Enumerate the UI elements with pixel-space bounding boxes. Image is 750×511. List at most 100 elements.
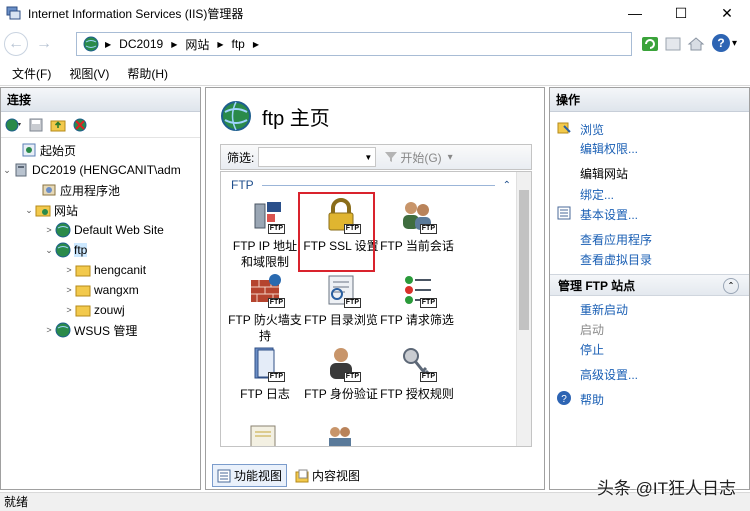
action-bindings[interactable]: 绑定... bbox=[580, 186, 614, 203]
connect-button[interactable] bbox=[3, 115, 25, 135]
globe-icon bbox=[55, 222, 71, 238]
filter-bar: 筛选: ▼ 开始(G) ▾ bbox=[220, 144, 532, 170]
collapse-button[interactable]: ⌃ bbox=[723, 278, 739, 294]
feature-ftp-ip-restrictions[interactable]: FTP FTP IP 地址和域限制 bbox=[227, 198, 303, 270]
tree-item-label: Default Web Site bbox=[74, 223, 164, 237]
folder-icon bbox=[75, 305, 91, 317]
connect-globe-icon bbox=[5, 118, 21, 131]
breadcrumb-ftp[interactable]: ftp bbox=[232, 37, 245, 51]
group-header-ftp[interactable]: FTP ⌃ bbox=[231, 178, 511, 192]
filter-input[interactable]: ▼ bbox=[258, 147, 377, 167]
tree-expander[interactable]: > bbox=[43, 225, 55, 235]
tree-item-ftp[interactable]: ⌄ ftp bbox=[43, 240, 88, 260]
close-button[interactable]: ✕ bbox=[704, 0, 750, 26]
breadcrumb-server[interactable]: DC2019 bbox=[119, 37, 163, 51]
site-globe-icon bbox=[221, 101, 251, 131]
minimize-button[interactable]: — bbox=[612, 0, 658, 26]
tree-item-start-page[interactable]: 起始页 bbox=[9, 140, 76, 160]
action-help[interactable]: 帮助 bbox=[580, 391, 604, 408]
help-icon: ? bbox=[557, 391, 571, 405]
feature-list: FTP ⌃ FTP FTP IP 地址和域限制 FTP FTP SSL 设置 F… bbox=[220, 171, 532, 447]
tree-item-default-web-site[interactable]: > Default Web Site bbox=[43, 220, 164, 240]
tree-expander[interactable]: > bbox=[63, 285, 75, 295]
help-menu-button[interactable]: ? ▾ bbox=[712, 34, 737, 52]
tree-item-sites[interactable]: ⌄ 网站 bbox=[23, 200, 78, 220]
feature-ftp-firewall-support[interactable]: FTP FTP 防火墙支持 bbox=[227, 272, 303, 344]
start-filter-button[interactable]: 开始(G) ▾ bbox=[384, 149, 453, 166]
tree-expander[interactable]: ⌄ bbox=[23, 205, 35, 216]
feature-ftp-authorization-rules[interactable]: FTP FTP 授权规则 bbox=[379, 346, 455, 402]
group-title: FTP bbox=[231, 178, 254, 192]
feature-ftp-directory-browsing[interactable]: FTP FTP 目录浏览 bbox=[303, 272, 379, 328]
menu-view[interactable]: 视图(V) bbox=[69, 65, 109, 82]
action-basic-settings[interactable]: 基本设置... bbox=[580, 206, 638, 223]
globe-icon bbox=[55, 242, 71, 258]
server-icon bbox=[15, 163, 27, 177]
breadcrumb-sites[interactable]: 网站 bbox=[185, 36, 209, 53]
chevron-up-icon: ⌃ bbox=[727, 281, 735, 290]
firewall-icon: FTP bbox=[245, 272, 285, 308]
action-view-applications[interactable]: 查看应用程序 bbox=[580, 231, 652, 248]
tab-content-view[interactable]: 内容视图 bbox=[291, 465, 364, 486]
connections-panel: 连接 起始页 ⌄ DC2019 (HENGCANIT\adm 应用程序池 ⌄ 网… bbox=[0, 87, 201, 490]
action-stop[interactable]: 停止 bbox=[580, 341, 604, 358]
tree-expander[interactable]: ⌄ bbox=[43, 245, 55, 256]
tree-item-app-pools[interactable]: 应用程序池 bbox=[29, 180, 120, 200]
vertical-scrollbar[interactable] bbox=[516, 172, 531, 446]
feature-ftp-authentication[interactable]: FTP FTP 身份验证 bbox=[303, 346, 379, 402]
action-browse[interactable]: 浏览 bbox=[580, 121, 604, 138]
tree-item-wsus[interactable]: > WSUS 管理 bbox=[43, 320, 137, 340]
tree-item-label: zouwj bbox=[94, 303, 125, 317]
scrollbar-thumb[interactable] bbox=[519, 190, 529, 330]
breadcrumb-separator: ▶ bbox=[171, 39, 178, 49]
feature-label: FTP 当前会话 bbox=[380, 239, 454, 253]
window-title: Internet Information Services (IIS)管理器 bbox=[28, 6, 244, 21]
action-advanced-settings[interactable]: 高级设置... bbox=[580, 366, 638, 383]
tree-item-zouwj[interactable]: > zouwj bbox=[63, 300, 125, 320]
disconnect-button[interactable] bbox=[69, 115, 91, 135]
menu-bar: 文件(F) 视图(V) 帮助(H) bbox=[0, 62, 750, 86]
action-edit-permissions[interactable]: 编辑权限... bbox=[580, 140, 638, 157]
basic-settings-icon bbox=[557, 206, 571, 220]
refresh-icon[interactable] bbox=[641, 35, 659, 53]
back-button[interactable]: ← bbox=[4, 32, 28, 56]
save-button[interactable] bbox=[25, 115, 47, 135]
feature-label: FTP 防火墙支持 bbox=[228, 313, 302, 343]
menu-file[interactable]: 文件(F) bbox=[12, 65, 51, 82]
tree-item-label: 应用程序池 bbox=[60, 183, 121, 198]
feature-ftp-logging[interactable]: FTP FTP 日志 bbox=[227, 346, 303, 402]
manage-ftp-site-header: 管理 FTP 站点 ⌃ bbox=[550, 274, 749, 296]
up-button[interactable] bbox=[47, 115, 69, 135]
forward-button[interactable]: → bbox=[32, 32, 56, 56]
action-restart[interactable]: 重新启动 bbox=[580, 301, 628, 318]
browse-icon bbox=[557, 122, 571, 134]
manage-ftp-site-title: 管理 FTP 站点 bbox=[558, 279, 636, 293]
tree-item-server[interactable]: ⌄ DC2019 (HENGCANIT\adm bbox=[1, 160, 181, 180]
user-isolation-icon bbox=[329, 427, 351, 446]
action-view-virtual-directories[interactable]: 查看虚拟目录 bbox=[580, 251, 652, 268]
tab-features-view[interactable]: 功能视图 bbox=[212, 464, 288, 487]
stop-icon[interactable] bbox=[664, 35, 682, 53]
feature-label: FTP 授权规则 bbox=[380, 387, 454, 401]
tree-item-hengcanit[interactable]: > hengcanit bbox=[63, 260, 146, 280]
breadcrumb-separator: ▶ bbox=[217, 39, 224, 49]
tree-item-label: ftp bbox=[74, 243, 88, 257]
home-icon[interactable] bbox=[687, 35, 705, 53]
tree-expander[interactable]: > bbox=[63, 305, 75, 315]
action-start: 启动 bbox=[580, 323, 605, 337]
tree-expander[interactable]: > bbox=[63, 265, 75, 275]
tree-item-wangxm[interactable]: > wangxm bbox=[63, 280, 138, 300]
globe-icon bbox=[83, 36, 99, 52]
menu-help[interactable]: 帮助(H) bbox=[127, 65, 168, 82]
tree-item-label: 网站 bbox=[54, 203, 79, 218]
maximize-button[interactable]: ☐ bbox=[658, 0, 704, 26]
feature-ftp-request-filtering[interactable]: FTP FTP 请求筛选 bbox=[379, 272, 455, 328]
ftp-badge: FTP bbox=[343, 298, 361, 308]
tree-expander[interactable]: ⌄ bbox=[1, 165, 13, 176]
tree-expander[interactable]: > bbox=[43, 325, 55, 335]
feature-ftp-current-sessions[interactable]: FTP FTP 当前会话 bbox=[379, 198, 455, 254]
back-arrow-icon: ← bbox=[8, 35, 24, 52]
address-bar[interactable]: ▶ DC2019 ▶ 网站 ▶ ftp ▶ bbox=[76, 32, 632, 56]
save-icon bbox=[29, 118, 43, 131]
page-title: ftp 主页 bbox=[262, 107, 330, 130]
